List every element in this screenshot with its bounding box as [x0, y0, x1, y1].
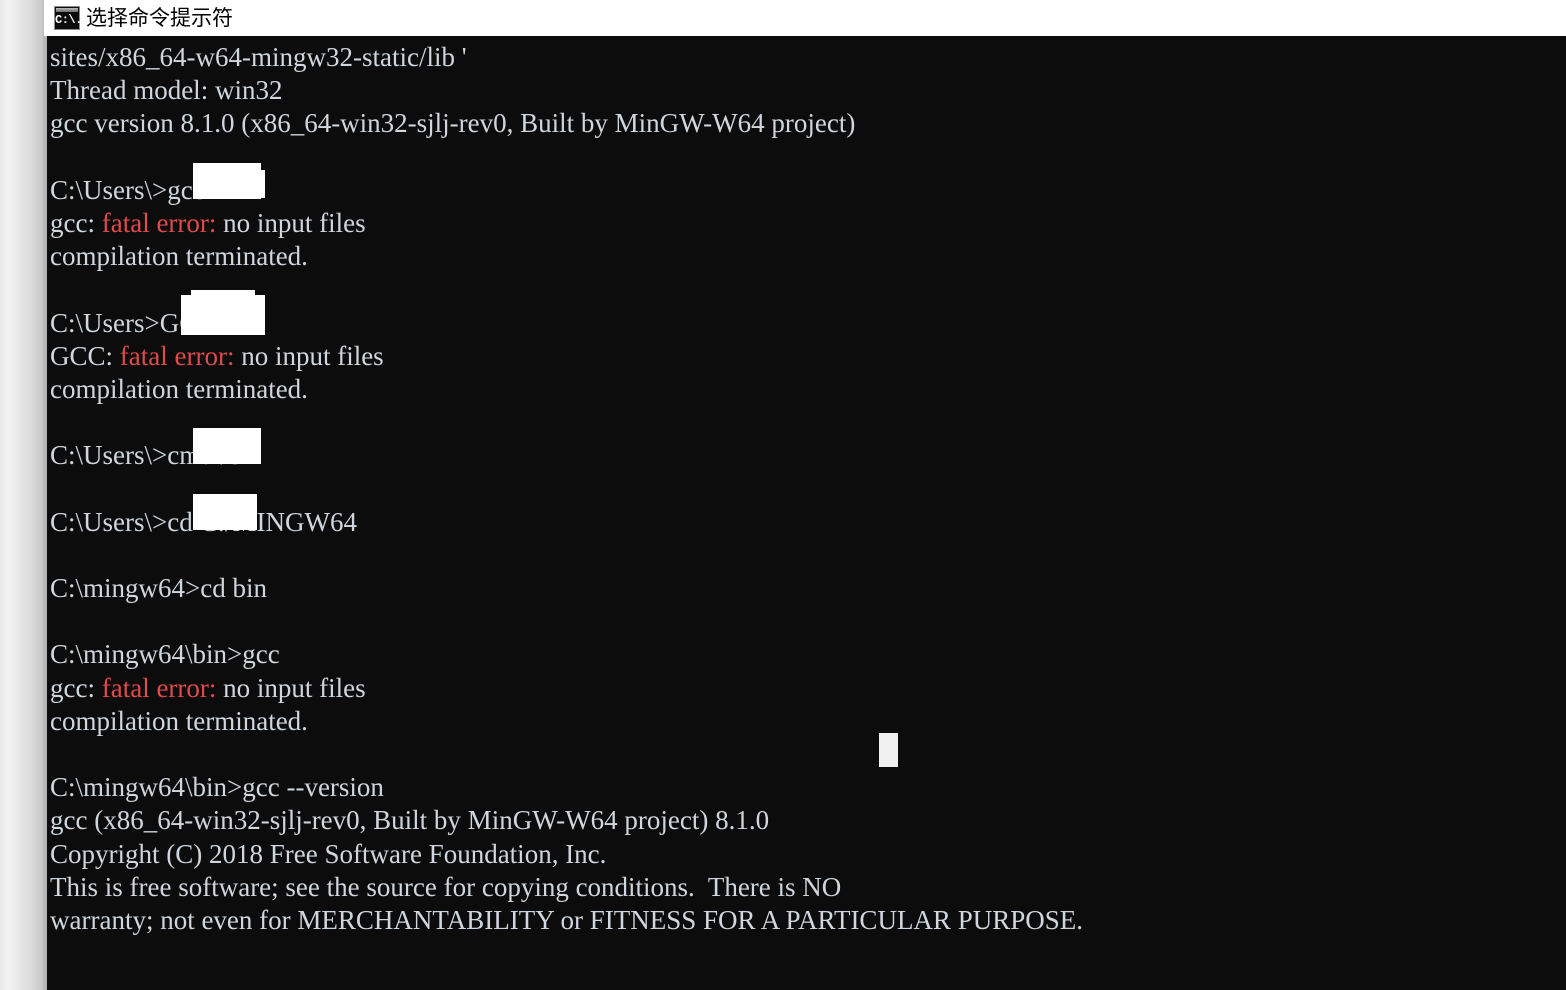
- terminal-line: gcc version 8.1.0 (x86_64-win32-sjlj-rev…: [50, 108, 856, 139]
- terminal-line-suffix: no input files: [216, 207, 366, 238]
- terminal-line: C:\mingw64>cd bin: [50, 573, 267, 603]
- terminal-line-prefix: gcc:: [50, 207, 102, 238]
- terminal-line: Thread model: win32: [50, 75, 283, 106]
- terminal-line: warranty; not even for MERCHANTABILITY o…: [50, 904, 1083, 935]
- cmd-icon-glyph: C:\.: [55, 13, 82, 27]
- terminal-line: This is free software; see the source fo…: [50, 871, 842, 902]
- terminal-error-text: fatal error:: [101, 207, 217, 238]
- desktop-root: C:\. 选择命令提示符 sites/x86_64-w64-mingw32-st…: [0, 0, 1566, 990]
- cmd-icon[interactable]: C:\.: [54, 6, 82, 30]
- terminal-screen[interactable]: sites/x86_64-w64-mingw32-static/lib ' Thr…: [44, 36, 1566, 990]
- terminal-line-prefix: GCC:: [50, 340, 120, 371]
- terminal-line-suffix: no input files: [216, 672, 366, 703]
- terminal-line: sites/x86_64-w64-mingw32-static/lib ': [50, 42, 467, 72]
- terminal-line: Copyright (C) 2018 Free Software Foundat…: [50, 838, 607, 869]
- terminal-line: GCC: fatal error: no input files: [50, 340, 1083, 373]
- username-redaction-1b: [201, 170, 265, 198]
- terminal-line: gcc: fatal error: no input files: [50, 672, 1083, 705]
- terminal-line: C:\mingw64\bin>gcc: [50, 639, 280, 670]
- text-cursor-block: [879, 733, 898, 767]
- terminal-error-text: fatal error:: [101, 672, 217, 703]
- terminal-line: gcc (x86_64-win32-sjlj-rev0, Built by Mi…: [50, 805, 770, 836]
- username-redaction-2b: [191, 290, 255, 306]
- window-titlebar[interactable]: C:\. 选择命令提示符: [44, 0, 1566, 36]
- terminal-line-prefix: gcc:: [50, 672, 102, 703]
- desktop-background-strip: [0, 0, 44, 990]
- username-redaction-3: [193, 428, 261, 464]
- window-title: 选择命令提示符: [86, 6, 233, 30]
- username-redaction-4: [193, 494, 257, 530]
- terminal-line: compilation terminated.: [50, 705, 308, 736]
- terminal-line: gcc: fatal error: no input files: [50, 207, 1083, 240]
- terminal-line: C:\mingw64\bin>gcc --version: [50, 772, 384, 803]
- terminal-line: compilation terminated.: [50, 373, 308, 404]
- terminal-error-text: fatal error:: [119, 340, 235, 371]
- terminal-line: compilation terminated.: [50, 241, 308, 272]
- terminal-line-suffix: no input files: [234, 340, 384, 371]
